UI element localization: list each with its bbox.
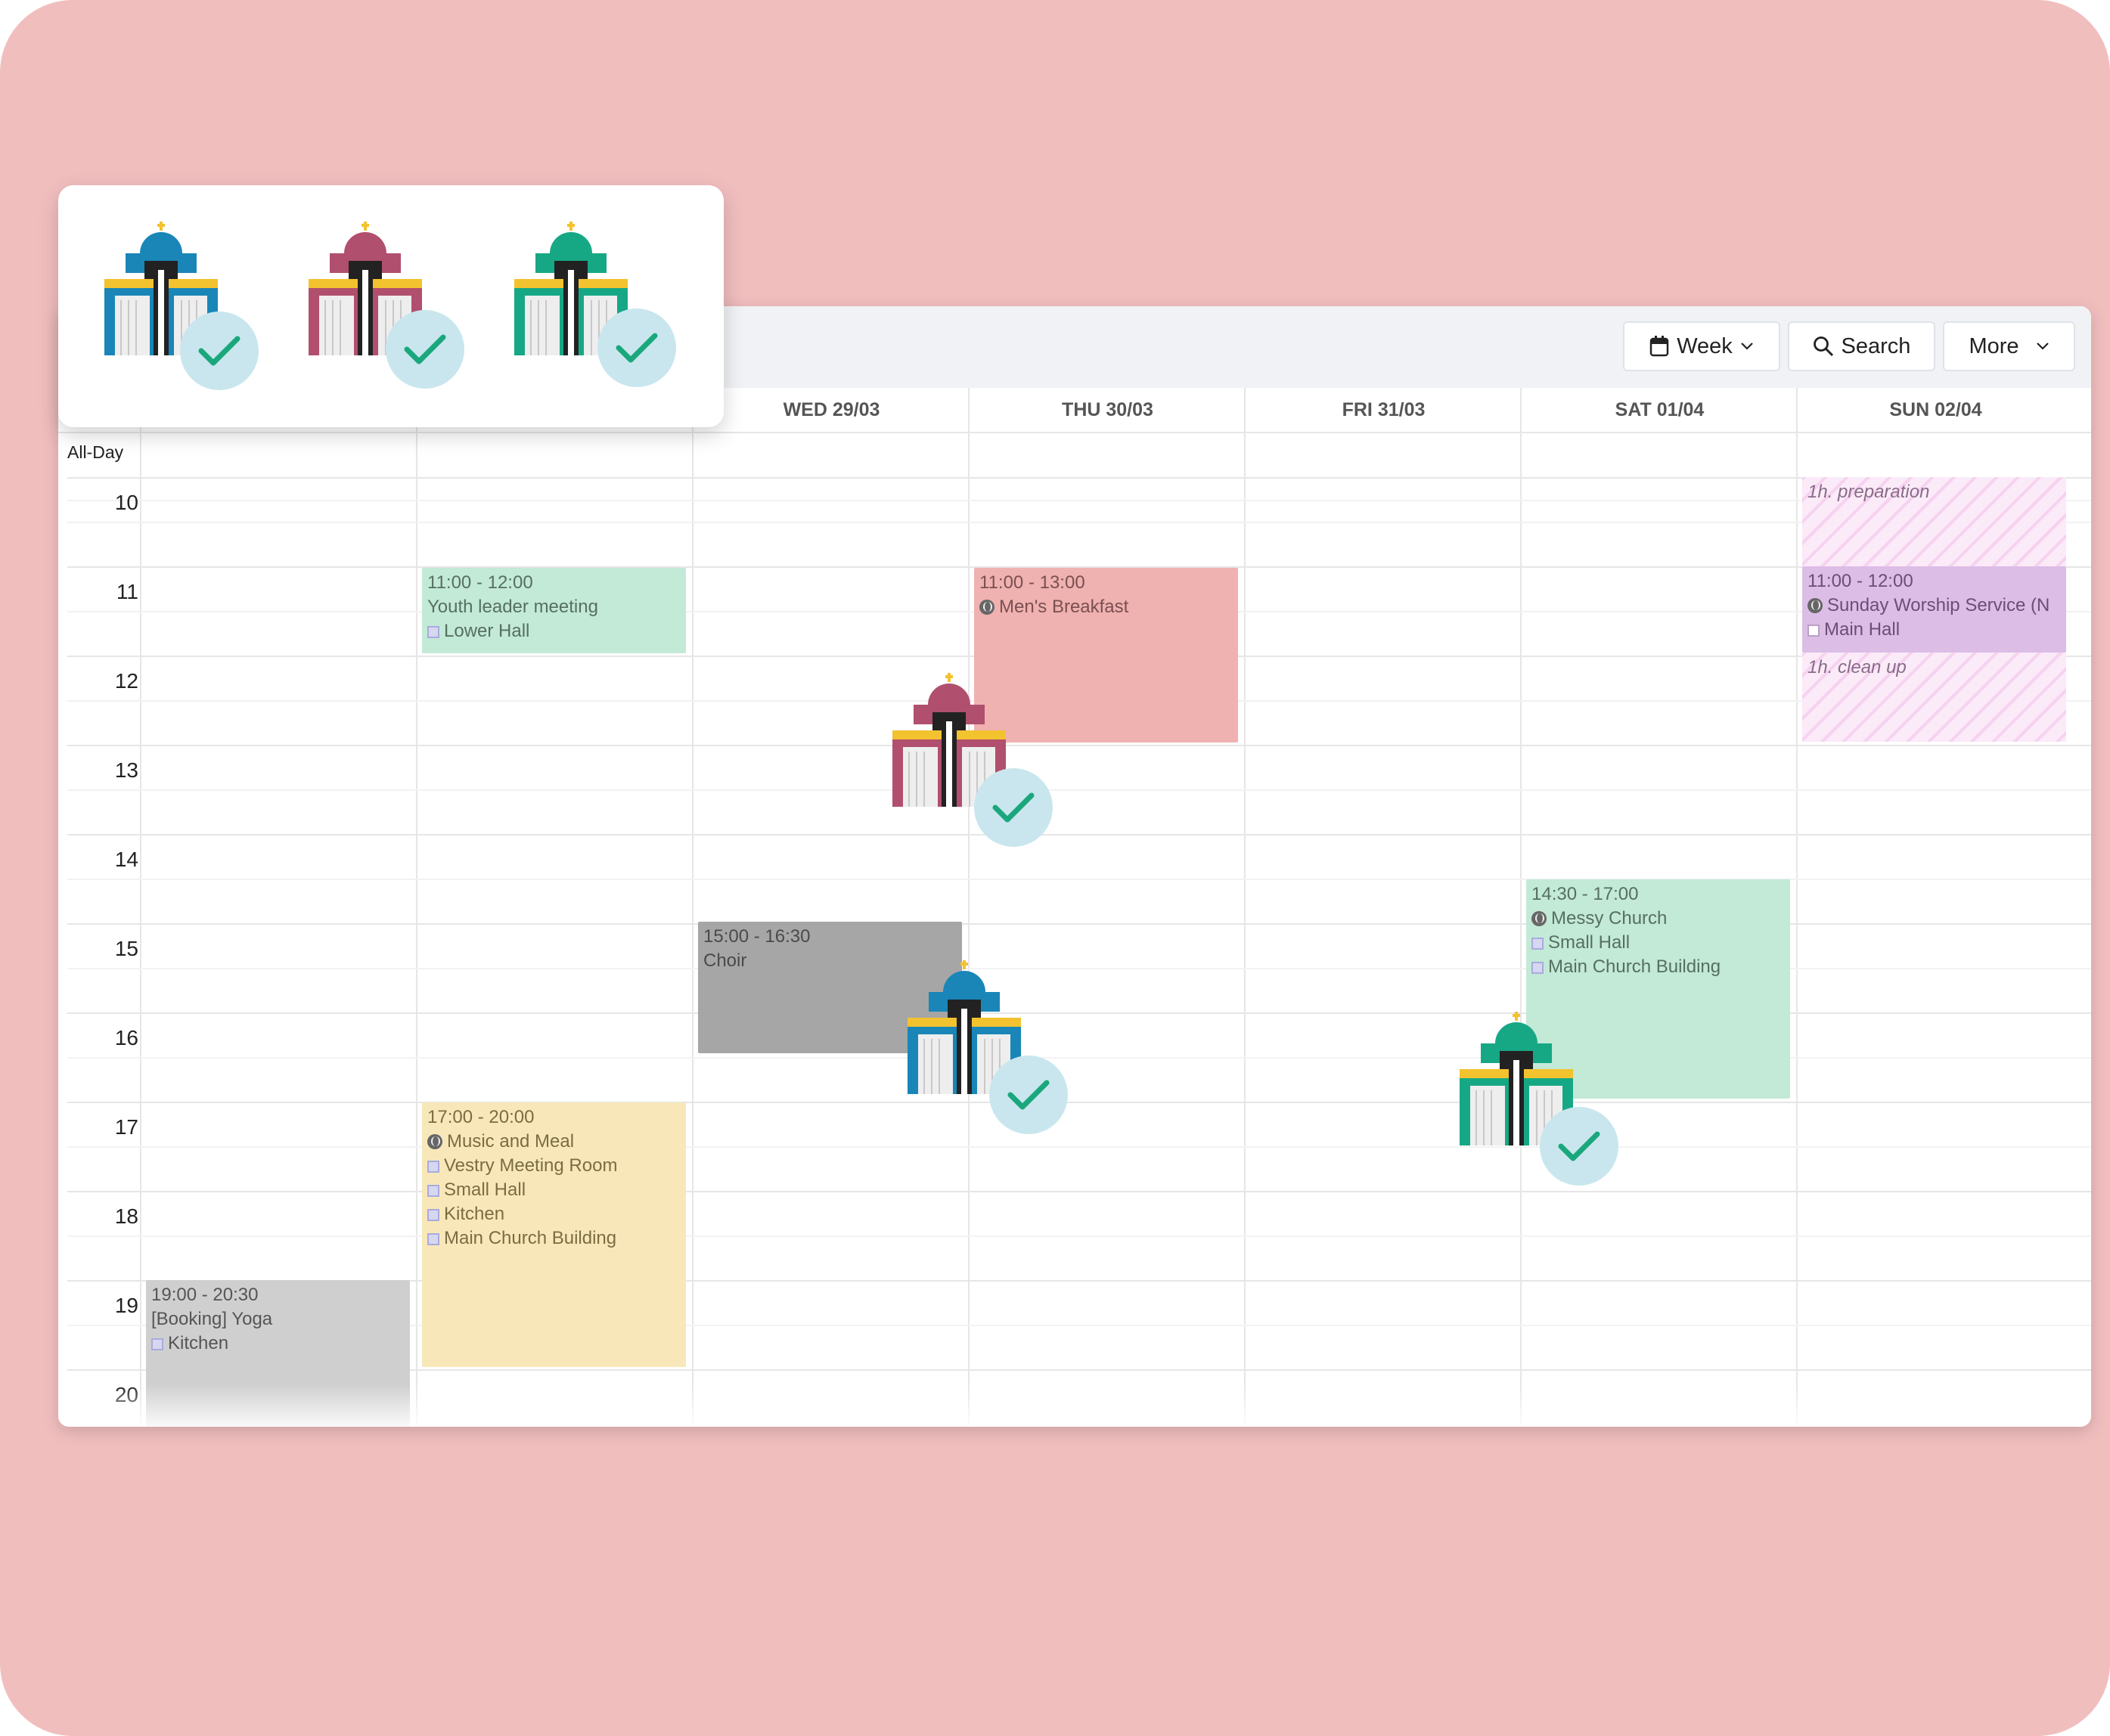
more-button[interactable]: More — [1943, 321, 2075, 371]
resource-icon — [427, 1209, 439, 1221]
checkmark-icon — [616, 333, 658, 363]
event-resource: Kitchen — [427, 1202, 681, 1226]
resource-icon — [151, 1338, 163, 1350]
resource-icon — [427, 1233, 439, 1245]
day-header-sat[interactable]: SAT 01/04 — [1522, 388, 1798, 432]
event-time: 11:00 - 13:00 — [979, 572, 1085, 593]
hour-line — [67, 834, 2091, 835]
hour-label: 13 — [114, 758, 138, 782]
event-resource: Main Church Building — [1531, 955, 1785, 979]
check-badge — [974, 768, 1053, 847]
event-resource: Main Church Building — [427, 1226, 681, 1251]
day-header-wed[interactable]: WED 29/03 — [694, 388, 970, 432]
search-icon — [1813, 336, 1833, 357]
checkmark-icon — [992, 792, 1035, 823]
calendar-window: Week Search More WED 29/03 THU 30/03 FRI… — [58, 306, 2091, 1427]
event-sunday-worship-service[interactable]: 11:00 - 12:00 Sunday Worship Service (N … — [1802, 566, 2066, 653]
hour-line — [67, 745, 2091, 746]
half-hour-line — [67, 789, 2091, 791]
event-clean-up-buffer: 1h. clean up — [1802, 653, 2066, 742]
hour-label: 11 — [116, 580, 138, 603]
event-title: Youth leader meeting — [427, 597, 598, 617]
checkmark-icon — [1007, 1080, 1050, 1110]
event-resource: Lower Hall — [427, 619, 681, 643]
all-day-row: All-Day — [58, 432, 2091, 477]
all-day-label: All-Day — [67, 442, 124, 462]
bottom-fade — [58, 1384, 2091, 1427]
hour-label: 12 — [114, 669, 138, 693]
half-hour-line — [67, 522, 2091, 523]
hour-label: 10 — [114, 491, 138, 514]
half-hour-line — [67, 1146, 2091, 1148]
more-label: More — [1969, 333, 2019, 358]
event-resource: Kitchen — [151, 1331, 405, 1356]
day-header-sun[interactable]: SUN 02/04 — [1798, 388, 2074, 432]
event-preparation-buffer: 1h. preparation — [1802, 477, 2066, 566]
resource-icon — [427, 1185, 439, 1197]
resource-icon — [1531, 962, 1544, 974]
event-resource: Main Hall — [1807, 618, 2061, 642]
resource-icon — [1807, 625, 1820, 637]
check-badge — [597, 308, 676, 387]
hour-label: 16 — [114, 1026, 138, 1049]
event-resource: Small Hall — [1531, 931, 1785, 955]
event-time: 11:00 - 12:00 — [1807, 571, 1913, 591]
event-music-and-meal[interactable]: 17:00 - 20:00 Music and Meal Vestry Meet… — [422, 1102, 686, 1367]
resource-icon — [427, 1161, 439, 1173]
row-divider — [58, 432, 2091, 433]
checkmark-icon — [198, 336, 240, 366]
hour-label: 14 — [114, 848, 138, 871]
event-title: Sunday Worship Service (N — [1807, 594, 2061, 618]
day-header-fri[interactable]: FRI 31/03 — [1246, 388, 1522, 432]
event-mens-breakfast[interactable]: 11:00 - 13:00 Men's Breakfast — [974, 568, 1238, 742]
hour-label: 17 — [114, 1115, 138, 1139]
resource-icon — [427, 626, 439, 638]
week-view-label: Week — [1677, 333, 1733, 358]
event-youth-leader-meeting[interactable]: 11:00 - 12:00 Youth leader meeting Lower… — [422, 568, 686, 653]
event-time: 11:00 - 12:00 — [427, 572, 533, 593]
buffer-label: 1h. clean up — [1807, 657, 1907, 677]
globe-icon — [1807, 598, 1823, 613]
event-title: Messy Church — [1531, 907, 1785, 931]
event-time: 17:00 - 20:00 — [427, 1107, 535, 1127]
globe-icon — [979, 600, 994, 615]
checkmark-icon — [404, 334, 446, 364]
event-title: Men's Breakfast — [979, 595, 1233, 619]
chevron-down-icon — [1741, 343, 1753, 350]
check-badge — [180, 312, 259, 390]
event-title: [Booking] Yoga — [151, 1309, 273, 1329]
check-badge — [989, 1056, 1068, 1134]
half-hour-line — [67, 1235, 2091, 1237]
hour-line — [67, 1102, 2091, 1103]
globe-icon — [1531, 911, 1547, 926]
event-title: Music and Meal — [427, 1130, 681, 1154]
day-header-thu[interactable]: THU 30/03 — [970, 388, 1246, 432]
search-label: Search — [1841, 333, 1911, 358]
check-badge — [1540, 1107, 1618, 1186]
checkmark-icon — [1558, 1131, 1600, 1161]
time-grid: 10 11 12 13 14 15 16 17 18 19 20 11:00 -… — [58, 477, 2091, 1427]
globe-icon — [427, 1134, 442, 1149]
resource-icon — [1531, 938, 1544, 950]
hour-line — [67, 477, 2091, 479]
background: Week Search More WED 29/03 THU 30/03 FRI… — [0, 0, 2110, 1736]
search-button[interactable]: Search — [1788, 321, 1935, 371]
hour-label: 19 — [114, 1294, 138, 1317]
event-resource: Small Hall — [427, 1178, 681, 1202]
chevron-down-icon — [2036, 343, 2049, 350]
event-time: 19:00 - 20:30 — [151, 1285, 259, 1305]
event-time: 14:30 - 17:00 — [1531, 884, 1639, 904]
hour-label: 18 — [114, 1204, 138, 1228]
hour-label: 15 — [114, 937, 138, 960]
check-badge — [386, 310, 464, 389]
calendar-icon — [1649, 336, 1669, 357]
week-view-button[interactable]: Week — [1623, 321, 1780, 371]
event-time: 15:00 - 16:30 — [703, 926, 811, 947]
hour-line — [67, 1191, 2091, 1192]
buffer-label: 1h. preparation — [1807, 482, 1930, 502]
event-resource: Vestry Meeting Room — [427, 1154, 681, 1178]
